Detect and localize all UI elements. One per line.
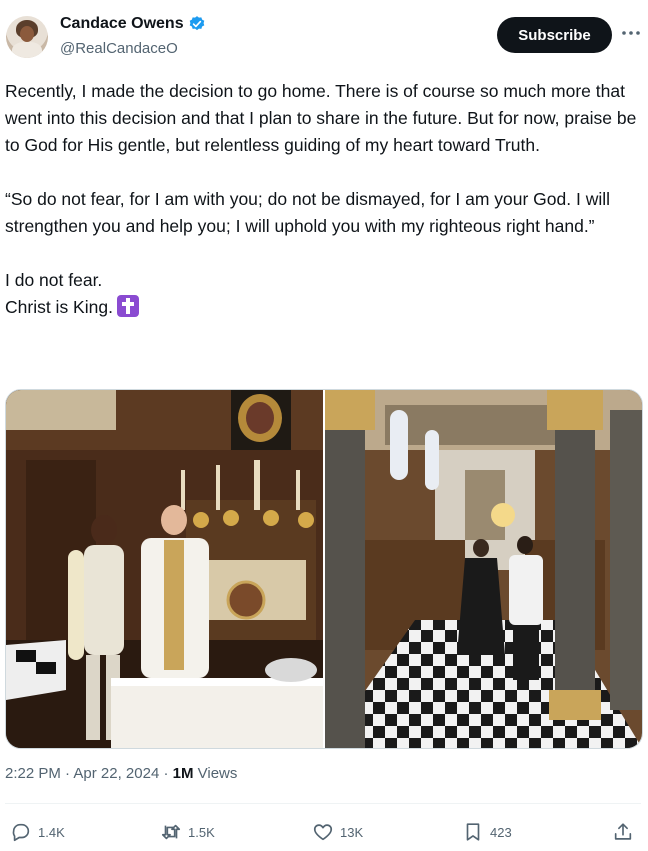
tweet-meta: 2:22 PM · Apr 22, 2024 · 1M Views: [5, 765, 237, 782]
tweet-date[interactable]: Apr 22, 2024: [73, 765, 159, 782]
tweet-paragraph: “So do not fear, for I am with you; do n…: [5, 189, 611, 236]
photo-nave[interactable]: [325, 390, 642, 748]
views-count: 1M: [172, 765, 194, 782]
tweet-paragraph: Recently, I made the decision to go home…: [5, 81, 637, 155]
bookmark-count: 423: [490, 824, 512, 840]
repost-icon: [161, 824, 181, 840]
avatar[interactable]: [6, 16, 48, 58]
repost-count: 1.5K: [188, 824, 215, 840]
latin-cross-emoji-icon: [116, 295, 139, 317]
reply-count: 1.4K: [38, 824, 65, 840]
tweet-paragraph-last: Christ is King.: [5, 294, 641, 321]
share-button[interactable]: [612, 815, 634, 849]
like-count: 13K: [340, 824, 364, 840]
reply-icon: [12, 823, 30, 842]
meta-separator: ·: [159, 765, 173, 782]
author-handle[interactable]: @RealCandaceO: [60, 40, 178, 57]
divider: [5, 803, 641, 804]
author-name-row[interactable]: Candace Owens: [60, 15, 206, 33]
reply-button[interactable]: 1.4K: [10, 815, 65, 849]
tweet-paragraph: I do not fear.: [5, 270, 103, 290]
verified-badge-icon: [189, 16, 204, 31]
tweet-paragraph: Christ is King.: [5, 297, 113, 317]
media-grid: [5, 389, 643, 749]
subscribe-button[interactable]: Subscribe: [497, 17, 612, 53]
like-button[interactable]: 13K: [312, 815, 363, 849]
photo-altar[interactable]: [6, 390, 323, 748]
tweet-text: Recently, I made the decision to go home…: [5, 78, 641, 321]
author-name[interactable]: Candace Owens: [60, 15, 184, 33]
tweet-header: Candace Owens @RealCandaceO Subscribe: [0, 0, 648, 72]
more-options-icon[interactable]: [619, 23, 643, 43]
bookmark-button[interactable]: 423: [462, 815, 512, 849]
repost-button[interactable]: 1.5K: [160, 815, 215, 849]
action-bar: 1.4K 1.5K 13K 423: [0, 815, 648, 849]
views-label: Views: [193, 765, 238, 782]
tweet-time[interactable]: 2:22 PM: [5, 765, 61, 782]
share-icon: [614, 823, 632, 840]
bookmark-icon: [466, 823, 480, 841]
heart-icon: [313, 824, 333, 841]
meta-separator: ·: [60, 765, 74, 782]
